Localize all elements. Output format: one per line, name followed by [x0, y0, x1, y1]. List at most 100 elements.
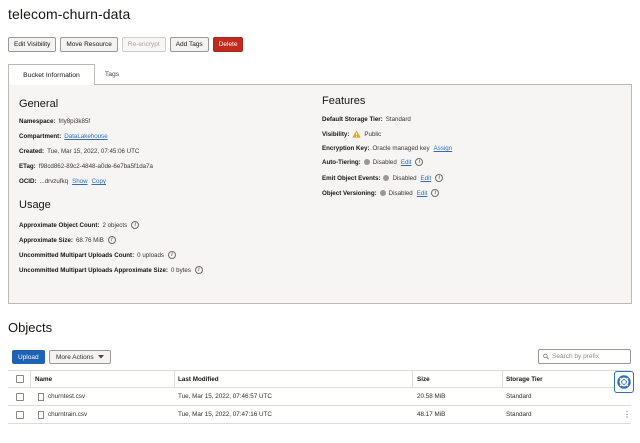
reencrypt-button[interactable]: Re-encrypt	[121, 37, 166, 52]
select-all-checkbox[interactable]	[16, 375, 24, 383]
tab-bucket-information[interactable]: Bucket Information	[8, 64, 95, 85]
column-size[interactable]: Size	[417, 371, 430, 387]
last-modified-cell: Tue, Mar 15, 2022, 07:47:16 UTC	[178, 411, 272, 418]
storage-tier-cell: Standard	[506, 411, 532, 418]
info-icon[interactable]: i	[194, 266, 203, 274]
general-heading: General	[19, 98, 59, 110]
table-header-row: Name Last Modified Size Storage Tier	[8, 370, 631, 388]
ocid-show-link[interactable]: Show	[72, 178, 87, 185]
info-icon[interactable]: i	[131, 221, 140, 229]
warning-icon	[352, 130, 362, 138]
info-icon[interactable]: i	[107, 236, 116, 244]
emit-events-value: Disabled	[392, 174, 417, 182]
delete-button[interactable]: Delete	[212, 37, 244, 52]
row-select-cell	[16, 388, 24, 405]
file-icon	[38, 392, 44, 401]
multipart-count-row: Uncommitted Multipart Uploads Count: 0 u…	[19, 251, 176, 259]
lifebuoy-glyph	[617, 375, 631, 389]
search-box[interactable]	[538, 349, 631, 364]
object-count-label: Approximate Object Count:	[19, 221, 100, 229]
etag-value: f98cd862-89c2-4848-a0de-6e7ba5f1da7a	[38, 163, 153, 170]
storage-tier-cell: Standard	[506, 393, 532, 400]
column-divider	[174, 371, 175, 387]
info-icon[interactable]: i	[415, 158, 424, 166]
add-tags-button[interactable]: Add Tags	[169, 37, 209, 52]
info-icon[interactable]: i	[168, 251, 176, 259]
column-divider	[412, 371, 413, 387]
last-modified-cell: Tue, Mar 15, 2022, 07:46:57 UTC	[178, 393, 272, 400]
column-divider	[502, 371, 503, 387]
status-dot-icon	[379, 190, 386, 196]
ocid-copy-link[interactable]: Copy	[92, 178, 106, 185]
encryption-row: Encryption Key: Oracle managed key Assig…	[322, 145, 452, 152]
compartment-link[interactable]: DataLakehouse	[64, 133, 107, 140]
storage-tier-label: Default Storage Tier:	[322, 116, 383, 123]
versioning-label: Object Versioning:	[322, 189, 377, 197]
compartment-label: Compartment:	[19, 133, 62, 140]
search-icon	[543, 353, 549, 360]
multipart-size-row: Uncommitted Multipart Uploads Approximat…	[19, 266, 203, 274]
namespace-value: frly8pi3k85f	[58, 118, 91, 125]
bucket-information-panel: General Namespace: frly8pi3k85f Compartm…	[8, 84, 632, 304]
versioning-value: Disabled	[388, 189, 413, 197]
approx-size-row: Approximate Size: 68.76 MiB i	[19, 236, 116, 244]
assign-link[interactable]: Assign	[434, 145, 453, 152]
autotiering-label: Auto-Tiering:	[322, 158, 361, 166]
help-lifebuoy-icon[interactable]	[614, 371, 634, 393]
row-checkbox[interactable]	[16, 392, 24, 401]
features-heading: Features	[322, 95, 366, 107]
upload-button[interactable]: Upload	[12, 350, 45, 364]
approx-size-label: Approximate Size:	[19, 236, 73, 244]
storage-tier-row: Default Storage Tier: Standard	[322, 116, 411, 123]
versioning-edit-link[interactable]: Edit	[417, 190, 428, 197]
row-checkbox[interactable]	[16, 410, 24, 419]
object-count-row: Approximate Object Count: 2 objects i	[19, 221, 140, 229]
column-name[interactable]: Name	[35, 371, 52, 387]
status-dot-icon	[383, 175, 390, 181]
etag-label: ETag:	[19, 163, 36, 170]
created-value: Tue, Mar 15, 2022, 07:45:06 UTC	[47, 148, 140, 155]
multipart-size-label: Uncommitted Multipart Uploads Approximat…	[19, 266, 168, 274]
search-input[interactable]	[552, 353, 630, 360]
ocid-row: OCID: ...drvzufkq Show Copy	[19, 178, 106, 185]
tab-tags[interactable]: Tags	[97, 64, 127, 85]
object-name-cell[interactable]: churntest.csv	[38, 388, 85, 405]
info-icon[interactable]: i	[431, 189, 440, 197]
size-cell: 48.17 MiB	[417, 411, 446, 418]
row-select-cell	[16, 406, 24, 423]
edit-visibility-button[interactable]: Edit Visibility	[8, 37, 57, 52]
move-resource-button[interactable]: Move Resource	[60, 37, 118, 52]
autotiering-row: Auto-Tiering: Disabled Edit i	[322, 158, 424, 166]
detail-tabs: Bucket Information Tags	[8, 64, 632, 85]
namespace-label: Namespace:	[19, 118, 56, 125]
object-name[interactable]: churntest.csv	[48, 393, 85, 400]
visibility-row: Visibility: Public	[322, 130, 381, 138]
select-all-cell	[16, 371, 24, 387]
emit-events-row: Emit Object Events: Disabled Edit i	[322, 174, 444, 182]
column-storage-tier[interactable]: Storage Tier	[506, 371, 543, 387]
more-actions-button[interactable]: More Actions	[49, 350, 111, 364]
column-last-modified[interactable]: Last Modified	[178, 371, 219, 387]
objects-heading: Objects	[8, 320, 53, 335]
bucket-actions: Edit Visibility Move Resource Re-encrypt…	[8, 37, 244, 52]
versioning-row: Object Versioning: Disabled Edit i	[322, 189, 440, 197]
encryption-value: Oracle managed key	[372, 145, 430, 152]
visibility-value: Public	[364, 130, 382, 138]
file-icon	[38, 410, 44, 419]
kebab-icon[interactable]: ⋮	[623, 410, 631, 419]
ocid-value: ...drvzufkq	[39, 178, 69, 185]
encryption-label: Encryption Key:	[322, 145, 370, 152]
page-title: telecom-churn-data	[8, 6, 131, 22]
size-cell: 20.58 MiB	[417, 393, 446, 400]
approx-size-value: 68.76 MiB	[75, 236, 104, 244]
etag-row: ETag: f98cd862-89c2-4848-a0de-6e7ba5f1da…	[19, 163, 153, 170]
info-icon[interactable]: i	[435, 174, 444, 182]
object-name-cell[interactable]: churntrain.csv	[38, 406, 87, 423]
table-row: churntrain.csv Tue, Mar 15, 2022, 07:47:…	[8, 406, 631, 424]
object-name[interactable]: churntrain.csv	[48, 411, 87, 418]
chevron-down-icon	[97, 355, 104, 359]
namespace-row: Namespace: frly8pi3k85f	[19, 118, 90, 125]
status-dot-icon	[363, 159, 370, 165]
emit-events-edit-link[interactable]: Edit	[421, 175, 432, 182]
autotiering-edit-link[interactable]: Edit	[401, 159, 412, 166]
